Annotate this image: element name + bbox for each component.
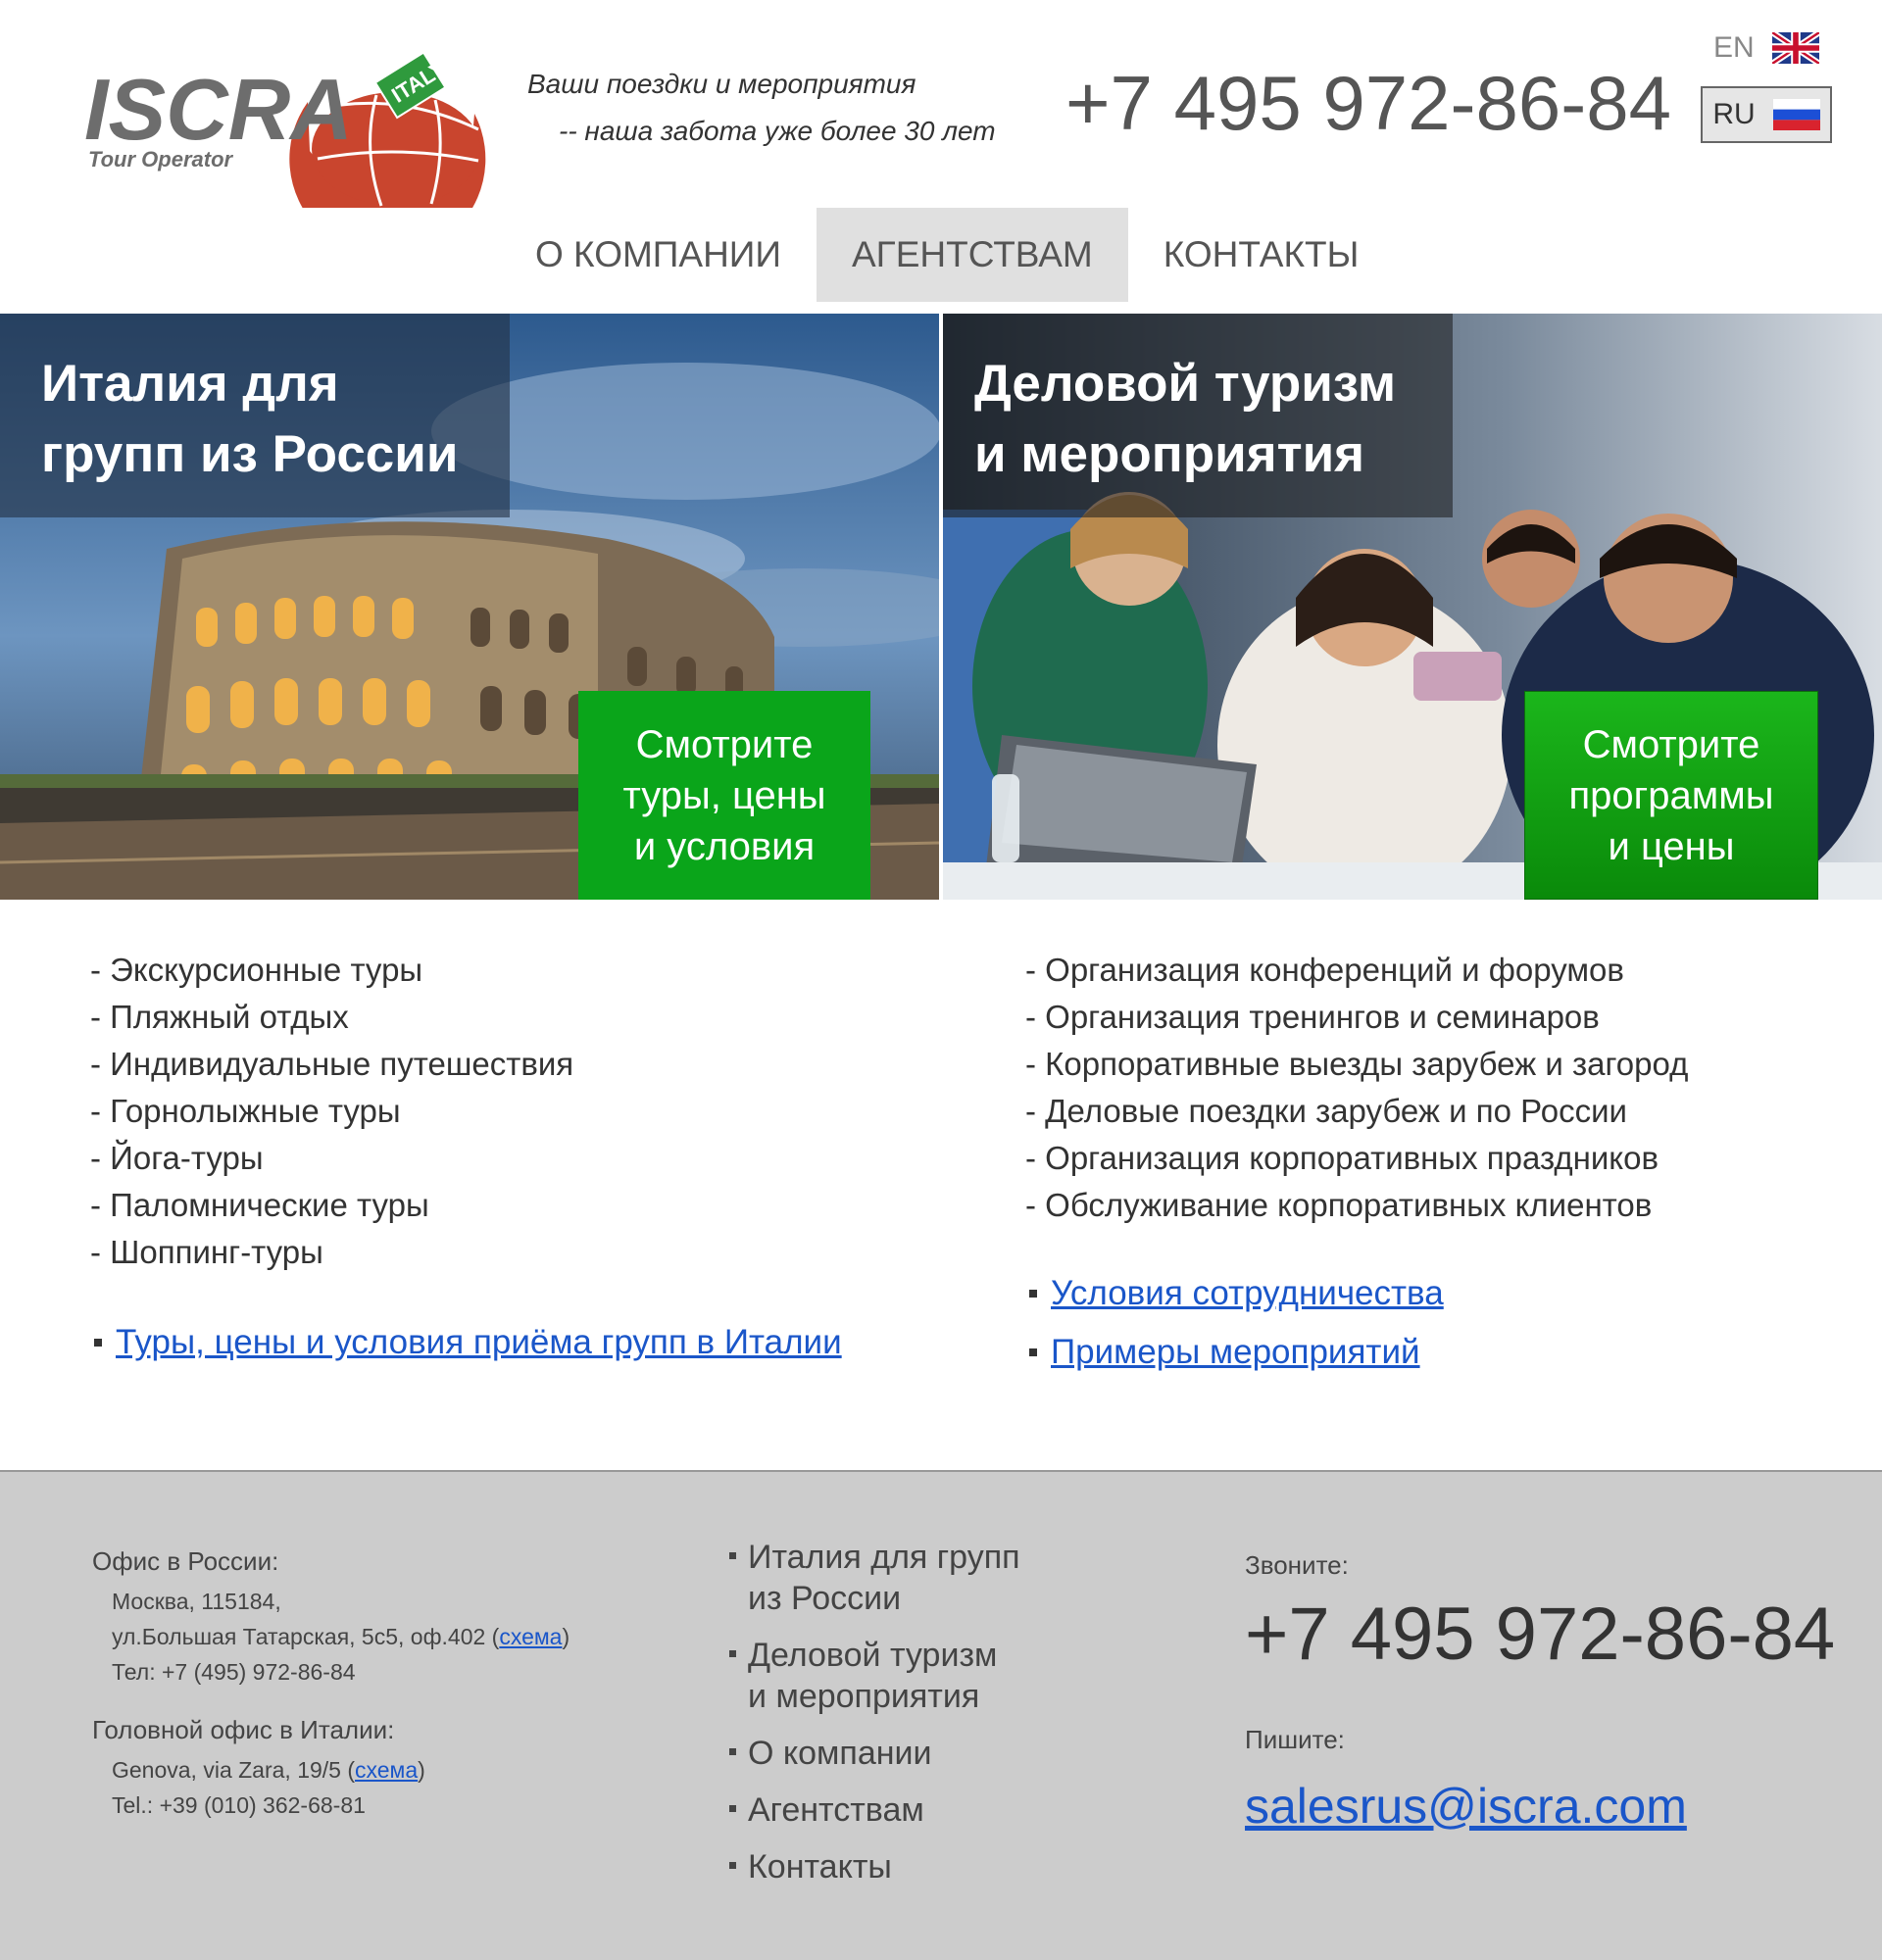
tagline-line1: Ваши поездки и мероприятия [527,69,916,99]
tagline-line2: -- наша забота уже более 30 лет [559,116,996,146]
list-item: - Организация корпоративных праздников [1025,1140,1659,1176]
office-italy-map-link[interactable]: схема [355,1757,418,1783]
footer-nav-line: и мероприятия [748,1678,980,1715]
link-item: Примеры мероприятий [1029,1323,1444,1382]
banner-business-title-line1: Деловой туризм [974,355,1397,413]
nav-item-about[interactable]: О КОМПАНИИ [500,208,817,302]
office-russia-phone: Тел: +7 (495) 972-86-84 [112,1659,356,1685]
bullet-icon [94,1339,102,1347]
office-russia-street: ул.Большая Татарская, 5с5, оф.402 ( [112,1624,500,1649]
language-ru-button[interactable]: RU [1701,86,1832,143]
banner-business-title-line2: и мероприятия [974,425,1365,483]
bullet-icon [1029,1348,1037,1356]
list-item: - Йога-туры [90,1140,264,1176]
footer-phone[interactable]: +7 495 972-86-84 [1245,1592,1835,1677]
office-russia-heading: Офис в России: [92,1546,279,1576]
uk-flag-icon [1771,32,1819,64]
bullet-icon [729,1862,736,1869]
write-heading: Пишите: [1245,1725,1345,1754]
office-italy-street: Genova, via Zara, 19/5 ( [112,1757,356,1783]
list-item: - Экскурсионные туры [90,952,423,988]
footer-nav-line: Деловой туризм [748,1637,998,1674]
office-russia-address: ул.Большая Татарская, 5с5, оф.402 (схема… [112,1619,570,1654]
banner-italy-groups[interactable]: Италия для групп из России Смотрите туры… [0,314,939,900]
iscra-logo[interactable]: ISCRA Tour Operator ITALY [82,51,494,258]
footer-nav-label: Агентствам [748,1791,924,1829]
bullet-icon [729,1650,736,1657]
list-item: - Организация тренингов и семинаров [1025,999,1600,1035]
main-nav: О КОМПАНИИ АГЕНТСТВАМ КОНТАКТЫ [500,208,1394,302]
svg-text:Tour Operator: Tour Operator [88,147,234,172]
list-item: - Деловые поездки зарубеж и по России [1025,1093,1627,1129]
nav-item-contacts[interactable]: КОНТАКТЫ [1128,208,1395,302]
nav-item-agencies[interactable]: АГЕНТСТВАМ [816,208,1128,302]
paren-close: ) [418,1757,425,1783]
office-italy-phone: Tel.: +39 (010) 362-68-81 [112,1792,366,1818]
footer-nav-label: Деловой туризм и мероприятия [748,1635,997,1717]
business-programs-cta-button[interactable]: Смотрите программы и цены [1524,691,1818,900]
banner-italy-title-line2: групп из России [41,425,459,483]
office-italy-details: Genova, via Zara, 19/5 (схема) Tel.: +39… [112,1752,425,1823]
footer-nav-item-italy[interactable]: Италия для групп из России [729,1537,1020,1619]
office-russia-city: Москва, 115184, [112,1589,281,1614]
list-item: - Индивидуальные путешествия [90,1046,574,1082]
language-en-label: EN [1713,31,1755,64]
link-item: Туры, цены и условия приёма групп в Итал… [94,1313,842,1372]
footer-nav-label: О компании [748,1735,932,1772]
banner-business-tourism[interactable]: Деловой туризм и мероприятия Смотрите пр… [943,314,1882,900]
footer-nav-item-agencies[interactable]: Агентствам [729,1789,1020,1831]
list-item: - Организация конференций и форумов [1025,952,1624,988]
footer-nav-item-about[interactable]: О компании [729,1733,1020,1774]
link-item: Условия сотрудничества [1029,1264,1444,1323]
list-item: - Горнолыжные туры [90,1093,401,1129]
logo-graphic: ISCRA Tour Operator ITALY [84,51,486,258]
business-links: Условия сотрудничества Примеры мероприят… [1029,1264,1444,1382]
email-link[interactable]: salesrus@iscra.com [1245,1778,1687,1835]
business-services-list: - Организация конференций и форумов - Ор… [1025,947,1688,1229]
list-item: - Шоппинг-туры [90,1234,323,1270]
bullet-icon [729,1552,736,1559]
italy-links: Туры, цены и условия приёма групп в Итал… [94,1313,842,1372]
bullet-icon [1029,1290,1037,1298]
italy-tours-prices-link[interactable]: Туры, цены и условия приёма групп в Итал… [116,1313,842,1372]
footer-nav: Италия для групп из России Деловой туризм… [729,1537,1020,1903]
list-item: - Пляжный отдых [90,999,349,1035]
footer-nav-line: Италия для групп [748,1539,1020,1576]
footer-nav-item-business[interactable]: Деловой туризм и мероприятия [729,1635,1020,1717]
italy-tours-cta-button[interactable]: Смотрите туры, цены и условия [578,691,870,900]
paren-close: ) [562,1624,570,1649]
language-en-button[interactable]: EN [1713,31,1819,65]
banner-italy-title: Италия для групп из России [0,314,510,517]
footer-nav-label: Италия для групп из России [748,1537,1020,1619]
bullet-icon [729,1748,736,1755]
header-phone[interactable]: +7 495 972-86-84 [1065,59,1671,148]
list-item: - Обслуживание корпоративных клиентов [1025,1187,1653,1223]
banner-italy-title-line1: Италия для [41,355,339,413]
list-item: - Паломнические туры [90,1187,429,1223]
russia-flag-icon [1772,99,1820,130]
language-ru-label: RU [1712,98,1756,130]
banner-business-title: Деловой туризм и мероприятия [943,314,1453,517]
svg-text:ISCRA: ISCRA [84,61,353,158]
office-russia-details: Москва, 115184, ул.Большая Татарская, 5с… [112,1584,570,1690]
call-heading: Звоните: [1245,1550,1349,1580]
office-italy-address: Genova, via Zara, 19/5 (схема) [112,1752,425,1788]
cooperation-terms-link[interactable]: Условия сотрудничества [1051,1264,1444,1323]
event-examples-link[interactable]: Примеры мероприятий [1051,1323,1420,1382]
office-russia-map-link[interactable]: схема [499,1624,562,1649]
footer-nav-label: Контакты [748,1848,892,1886]
italy-services-list: - Экскурсионные туры - Пляжный отдых - И… [90,947,573,1276]
list-item: - Корпоративные выезды зарубеж и загород [1025,1046,1689,1082]
footer-nav-item-contacts[interactable]: Контакты [729,1846,1020,1887]
bullet-icon [729,1805,736,1812]
footer-nav-line: из России [748,1580,902,1617]
office-italy-heading: Головной офис в Италии: [92,1715,395,1744]
